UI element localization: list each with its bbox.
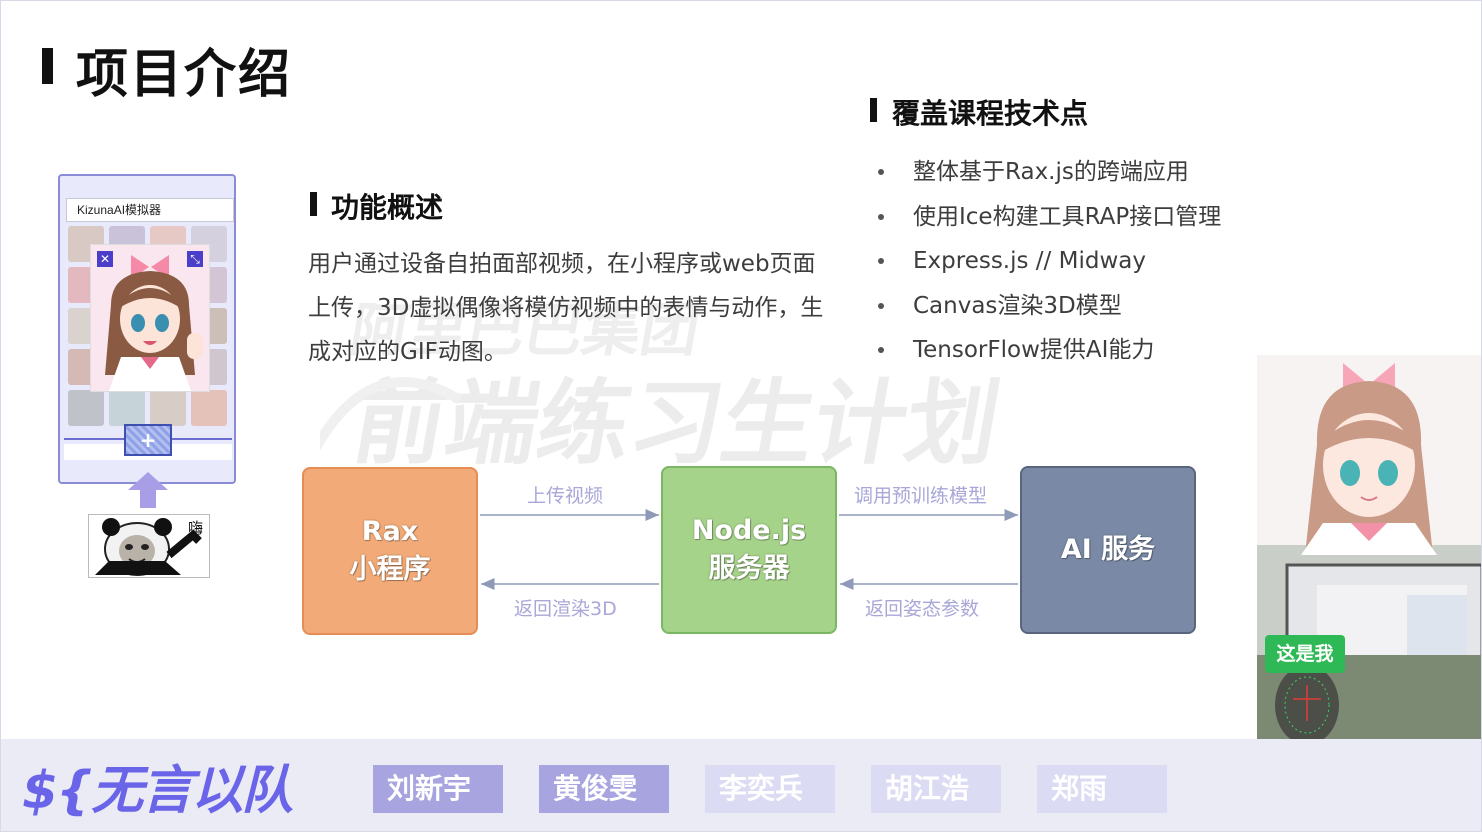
me-badge: 这是我 [1265,635,1345,673]
member-tag: 黄俊雯 [539,765,669,813]
tech-item: 整体基于Rax.js的跨端应用 [878,150,1221,195]
edge-label-return-render: 返回渲染3D [514,598,617,620]
avatar-thumb[interactable] [109,390,145,426]
bullet-icon [878,169,884,175]
tech-item-label: Express.js // Midway [913,248,1146,274]
bullet-icon [878,258,884,264]
function-heading-marker [310,192,317,216]
tech-item-label: 使用Ice构建工具RAP接口管理 [913,203,1222,230]
tech-item-label: 整体基于Rax.js的跨端应用 [913,159,1189,185]
tech-item-label: TensorFlow提供AI能力 [913,337,1155,363]
function-description: 用户通过设备自拍面部视频，在小程序或web页面上传，3D虚拟偶像将模仿视频中的表… [308,251,824,365]
node-label: Node.js [691,515,807,546]
meme-caption: 嗨 [187,519,203,537]
tech-item: Canvas渲染3D模型 [878,284,1221,329]
bullet-icon [878,302,884,309]
close-icon[interactable]: ✕ [97,251,113,267]
member-tag: 郑雨 [1037,765,1167,813]
member-tag: 李奕兵 [705,765,835,813]
avatar-thumb[interactable] [150,390,186,426]
function-heading: 功能概述 [331,191,444,224]
tech-item: TensorFlow提供AI能力 [878,328,1221,373]
webcam-capture [1257,355,1482,739]
tech-item: Express.js // Midway [878,239,1221,284]
edge-label-call-model: 调用预训练模型 [854,485,988,507]
tech-item-label: Canvas渲染3D模型 [913,292,1122,319]
meme-image: 嗨 [88,514,210,578]
rax-miniprogram-node: Rax 小程序 [302,467,478,635]
node-label: 服务器 [708,553,790,584]
avatar-thumb[interactable] [191,390,227,426]
avatar-preview: ✕ ⤡ [90,244,210,392]
node-label: Rax [361,516,419,547]
node-label: AI 服务 [1060,534,1156,565]
node-label: 小程序 [349,554,431,585]
expand-icon[interactable]: ⤡ [187,251,203,267]
team-logo: ${无言以队 [22,761,293,821]
nodejs-server-node: Node.js 服务器 [661,466,837,634]
edge-label-upload: 上传视频 [527,485,604,507]
app-title-bar: KizunaAI模拟器 [66,198,234,222]
up-arrow-icon [128,472,168,508]
tech-heading: 覆盖课程技术点 [892,97,1089,130]
member-tag: 刘新宇 [373,765,503,813]
bullet-icon [878,213,884,220]
app-mockup: KizunaAI模拟器 ✕ ⤡ + [58,174,236,484]
watermark-line2: 前端练习生计划 [345,370,1008,477]
bullet-icon [878,347,884,353]
tech-list: 整体基于Rax.js的跨端应用 使用Ice构建工具RAP接口管理 Express… [878,150,1221,373]
page-title: 项目介绍 [76,45,293,105]
ai-service-node: AI 服务 [1020,466,1196,634]
edge-label-return-pose: 返回姿态参数 [865,598,980,620]
webcam-image [1257,355,1482,739]
avatar-thumb[interactable] [68,390,104,426]
member-tag: 胡江浩 [871,765,1001,813]
tech-heading-marker [870,98,877,122]
title-marker [42,48,53,84]
add-button[interactable]: + [124,424,172,456]
tech-item: 使用Ice构建工具RAP接口管理 [878,195,1221,240]
